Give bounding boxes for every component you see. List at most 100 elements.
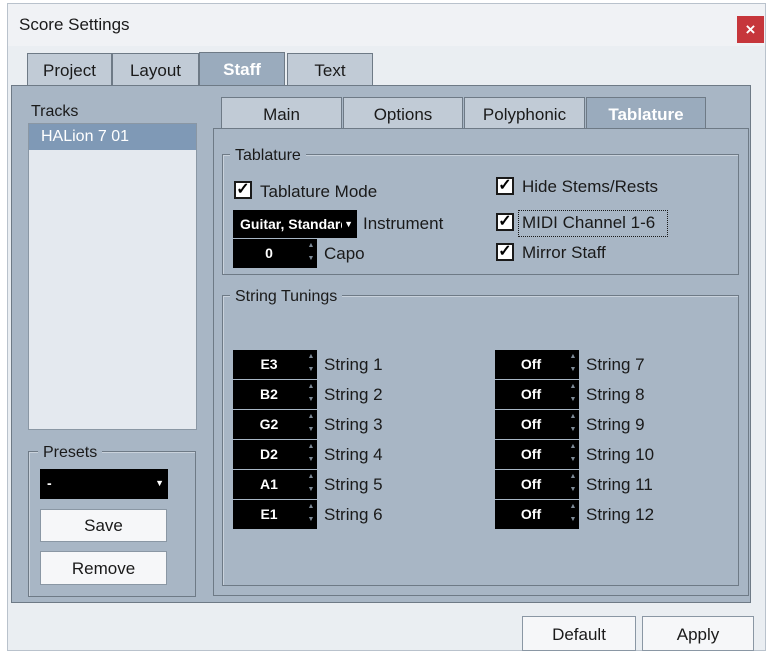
chevron-up-icon: ▲: [569, 383, 577, 390]
chevron-up-icon: ▲: [307, 383, 315, 390]
string-4-label: String 4: [324, 445, 383, 464]
string-12-label: String 12: [586, 505, 655, 524]
string-9-label: String 9: [586, 415, 645, 434]
capo-label: Capo: [324, 244, 365, 263]
string-7-stepper[interactable]: Off ▲ ▼: [495, 350, 579, 379]
presets-label: Presets: [38, 444, 103, 462]
spin-arrows[interactable]: ▲ ▼: [305, 500, 317, 529]
string-6-label: String 6: [324, 505, 383, 524]
chevron-up-icon: ▲: [569, 353, 577, 360]
instrument-dropdown[interactable]: Guitar, Standard ▼: [233, 210, 357, 238]
window-title: Score Settings: [19, 15, 130, 34]
spin-arrows[interactable]: ▲ ▼: [305, 470, 317, 499]
tab-layout[interactable]: Layout: [112, 53, 199, 86]
mirror-staff-checkbox[interactable]: ✓: [496, 243, 514, 261]
spin-arrows[interactable]: ▲ ▼: [305, 410, 317, 439]
close-icon: ×: [745, 20, 756, 39]
string-11-label: String 11: [586, 475, 653, 494]
string-11-stepper[interactable]: Off ▲ ▼: [495, 470, 579, 499]
tab-staff[interactable]: Staff: [199, 52, 285, 87]
spin-arrows[interactable]: ▲ ▼: [567, 470, 579, 499]
string-tuning-value: A1: [260, 476, 278, 492]
string-tuning-value: Off: [520, 386, 542, 402]
chevron-up-icon: ▲: [307, 413, 315, 420]
string-4-stepper[interactable]: D2 ▲ ▼: [233, 440, 317, 469]
string-12-stepper[interactable]: Off ▲ ▼: [495, 500, 579, 529]
chevron-up-icon: ▲: [569, 473, 577, 480]
default-button[interactable]: Default: [522, 616, 636, 651]
string-1-stepper[interactable]: E3 ▲ ▼: [233, 350, 317, 379]
spin-arrows[interactable]: ▲ ▼: [305, 350, 317, 379]
remove-preset-button[interactable]: Remove: [40, 551, 167, 585]
string-8-label: String 8: [586, 385, 645, 404]
string-tuning-value: Off: [520, 416, 542, 432]
spin-arrows[interactable]: ▲ ▼: [567, 350, 579, 379]
string-tuning-value: E1: [260, 506, 278, 522]
spin-arrows[interactable]: ▲ ▼: [567, 440, 579, 469]
mirror-staff-label: Mirror Staff: [522, 243, 606, 262]
list-item[interactable]: HALion 7 01: [29, 124, 196, 150]
string-7-label: String 7: [586, 355, 645, 374]
string-8-stepper[interactable]: Off ▲ ▼: [495, 380, 579, 409]
spin-arrows[interactable]: ▲ ▼: [567, 380, 579, 409]
chevron-down-icon: ▼: [569, 426, 577, 433]
spin-arrows[interactable]: ▲ ▼: [567, 410, 579, 439]
string-5-stepper[interactable]: A1 ▲ ▼: [233, 470, 317, 499]
chevron-up-icon: ▲: [569, 443, 577, 450]
check-icon: ✓: [498, 213, 512, 230]
chevron-up-icon: ▲: [307, 503, 315, 510]
chevron-down-icon: ▼: [307, 426, 315, 433]
tablature-group-label: Tablature: [230, 147, 306, 165]
chevron-down-icon: ▼: [569, 486, 577, 493]
string-10-stepper[interactable]: Off ▲ ▼: [495, 440, 579, 469]
string-10-label: String 10: [586, 445, 655, 464]
spin-arrows[interactable]: ▲ ▼: [305, 239, 317, 268]
check-icon: ✓: [498, 177, 512, 194]
spin-arrows[interactable]: ▲ ▼: [305, 440, 317, 469]
tab-tablature[interactable]: Tablature: [586, 97, 706, 129]
chevron-up-icon: ▲: [307, 443, 315, 450]
chevron-up-icon: ▲: [569, 413, 577, 420]
string-tuning-value: G2: [259, 416, 279, 432]
capo-stepper[interactable]: 0 ▲ ▼: [233, 239, 317, 268]
instrument-value: Guitar, Standard: [240, 216, 349, 232]
tab-text[interactable]: Text: [287, 53, 373, 86]
chevron-down-icon: ▼: [307, 396, 315, 403]
string-3-label: String 3: [324, 415, 383, 434]
tab-options[interactable]: Options: [343, 97, 463, 129]
title-bar: Score Settings ×: [8, 4, 765, 46]
string-5-label: String 5: [324, 475, 383, 494]
chevron-down-icon: ▼: [307, 366, 315, 373]
instrument-label: Instrument: [363, 214, 444, 233]
midi-channel-checkbox[interactable]: ✓: [496, 213, 514, 231]
check-icon: ✓: [498, 243, 512, 260]
string-9-stepper[interactable]: Off ▲ ▼: [495, 410, 579, 439]
chevron-up-icon: ▲: [307, 242, 315, 249]
save-preset-button[interactable]: Save: [40, 509, 167, 542]
capo-value: 0: [265, 245, 273, 261]
apply-button[interactable]: Apply: [642, 616, 754, 651]
tablature-mode-checkbox[interactable]: ✓: [234, 181, 252, 199]
chevron-down-icon: ▼: [155, 478, 164, 488]
string-tuning-value: B2: [260, 386, 278, 402]
spin-arrows[interactable]: ▲ ▼: [567, 500, 579, 529]
tracks-label: Tracks: [31, 103, 79, 120]
string-tuning-value: Off: [520, 356, 542, 372]
string-tuning-value: D2: [260, 446, 278, 462]
chevron-down-icon: ▼: [569, 456, 577, 463]
tab-project[interactable]: Project: [27, 53, 112, 86]
presets-dropdown[interactable]: - ▼: [40, 469, 168, 499]
spin-arrows[interactable]: ▲ ▼: [305, 380, 317, 409]
chevron-down-icon: ▼: [569, 516, 577, 523]
tab-polyphonic[interactable]: Polyphonic: [464, 97, 585, 129]
tracks-list[interactable]: HALion 7 01: [28, 123, 197, 430]
string-2-stepper[interactable]: B2 ▲ ▼: [233, 380, 317, 409]
chevron-up-icon: ▲: [569, 503, 577, 510]
string-3-stepper[interactable]: G2 ▲ ▼: [233, 410, 317, 439]
hide-stems-label: Hide Stems/Rests: [522, 177, 659, 196]
string-6-stepper[interactable]: E1 ▲ ▼: [233, 500, 317, 529]
string-tuning-value: Off: [520, 446, 542, 462]
tab-main[interactable]: Main: [221, 97, 342, 129]
close-button[interactable]: ×: [737, 16, 764, 43]
hide-stems-checkbox[interactable]: ✓: [496, 177, 514, 195]
